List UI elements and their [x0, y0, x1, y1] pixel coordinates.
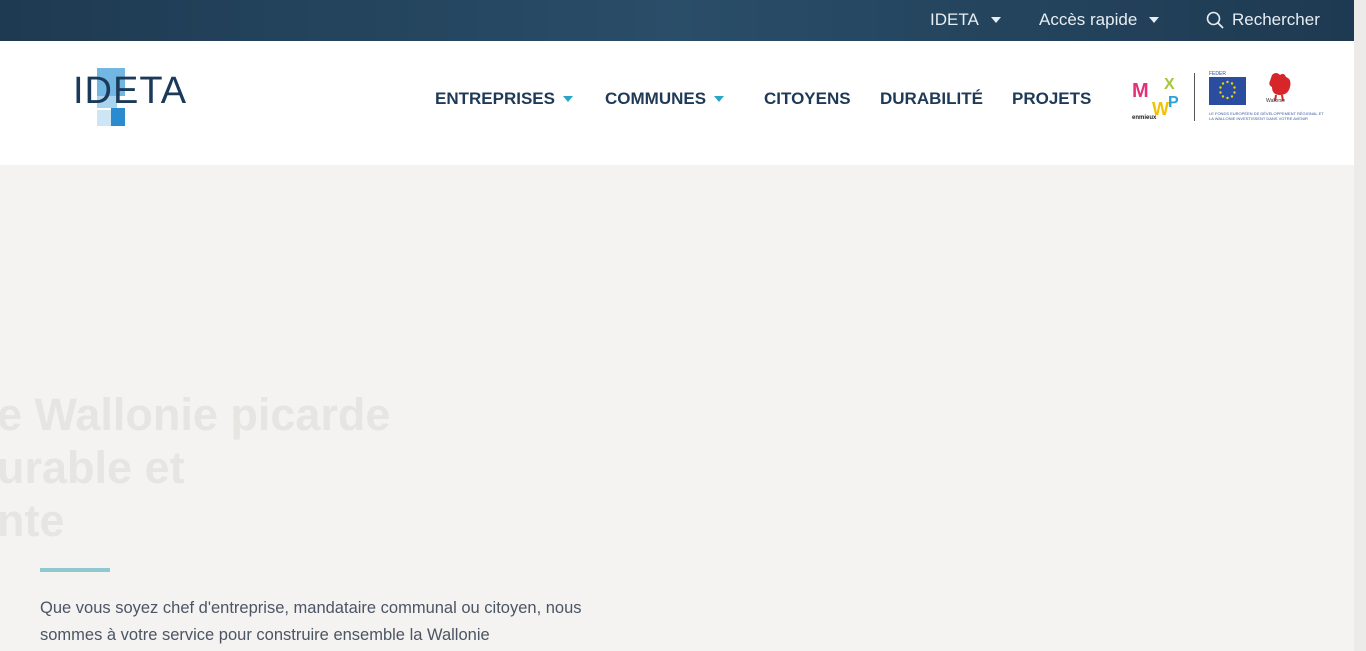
- enmieux-caption: enmieux: [1132, 115, 1157, 121]
- search-label: Rechercher: [1232, 10, 1320, 29]
- nav-label: COMMUNES: [605, 89, 707, 108]
- caret-down-icon: [714, 96, 725, 102]
- nav-item-durabilite[interactable]: DURABILITÉ: [880, 89, 983, 109]
- wallonie-label: Wallonie: [1266, 98, 1285, 104]
- hero-title-line: e Wallonie picarde: [0, 389, 391, 440]
- nav-label: PROJETS: [1012, 89, 1092, 108]
- nav-label: CITOYENS: [764, 89, 851, 108]
- hero-description: Que vous soyez chef d'entreprise, mandat…: [40, 599, 582, 644]
- hero-title: e Wallonie picarde urable et nte: [0, 388, 390, 547]
- search-icon: [1206, 11, 1224, 29]
- partner-logos[interactable]: M X W P enmieux FEDER LE FONDS EUROPÉEN …: [1132, 71, 1324, 123]
- top-utility-bar: IDETA Accès rapide Rechercher: [0, 0, 1354, 41]
- nav-item-citoyens[interactable]: CITOYENS: [764, 89, 851, 109]
- eu-caption: LE FONDS EUROPÉEN DE DÉVELOPPEMENT RÉGIO…: [1209, 111, 1324, 121]
- ideta-dropdown-label: IDETA: [930, 10, 979, 29]
- partner-divider: [1194, 73, 1195, 121]
- page-scrollbar[interactable]: [1354, 0, 1366, 651]
- acces-rapide-label: Accès rapide: [1039, 10, 1138, 29]
- main-header: IDETA ENTREPRISES COMMUNES CITOYENS DURA…: [0, 41, 1354, 165]
- svg-text:X: X: [1164, 76, 1175, 93]
- search-button[interactable]: Rechercher: [1206, 10, 1320, 30]
- svg-text:P: P: [1168, 94, 1179, 111]
- ideta-logo[interactable]: IDETA: [73, 66, 188, 128]
- svg-text:M: M: [1132, 80, 1149, 102]
- hero-title-line: nte: [0, 495, 65, 546]
- wallonie-rooster-logo: Wallonie: [1266, 71, 1296, 110]
- nav-item-communes[interactable]: COMMUNES: [605, 89, 725, 109]
- eu-flag-icon: [1209, 77, 1246, 105]
- ideta-dropdown[interactable]: IDETA: [930, 10, 1001, 30]
- nav-label: ENTREPRISES: [435, 89, 555, 108]
- nav-item-projets[interactable]: PROJETS: [1012, 89, 1091, 109]
- acces-rapide-dropdown[interactable]: Accès rapide: [1039, 10, 1160, 30]
- caret-down-icon: [990, 17, 1001, 23]
- nav-item-entreprises[interactable]: ENTREPRISES: [435, 89, 573, 109]
- hero-divider: [40, 568, 110, 572]
- logo-text: IDETA: [73, 70, 188, 112]
- caret-down-icon: [1149, 17, 1160, 23]
- hero-title-line: urable et: [0, 442, 185, 493]
- nav-label: DURABILITÉ: [880, 89, 983, 108]
- caret-down-icon: [562, 96, 573, 102]
